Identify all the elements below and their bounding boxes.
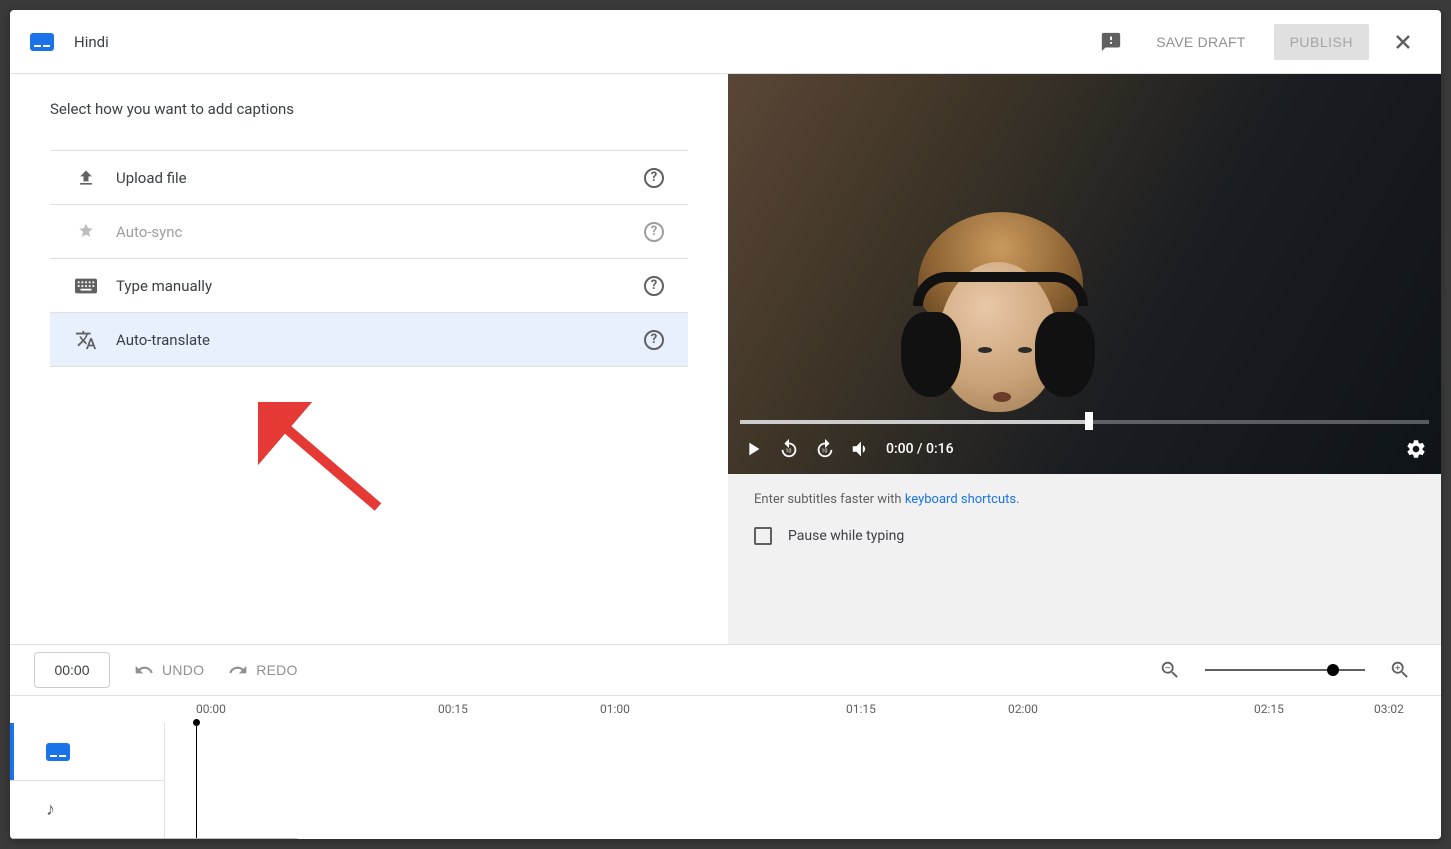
keyboard-icon [74, 278, 98, 294]
pause-label: Pause while typing [788, 528, 904, 544]
ruler-tick: 02:15 [1254, 702, 1284, 716]
auto-sync-icon [74, 222, 98, 242]
shortcuts-hint: Enter subtitles faster with keyboard sho… [728, 474, 1441, 515]
options-prompt: Select how you want to add captions [50, 100, 688, 118]
zoom-controls [1153, 653, 1417, 687]
video-time: 0:00 / 0:16 [886, 441, 954, 457]
subtitle-editor-modal: Hindi SAVE DRAFT PUBLISH Select how you … [10, 10, 1441, 839]
music-note-icon: ♪ [46, 799, 55, 820]
help-icon[interactable]: ? [644, 276, 664, 296]
option-label: Upload file [116, 169, 644, 187]
option-type-manually[interactable]: Type manually ? [50, 259, 688, 313]
caption-track-icon[interactable] [10, 723, 164, 781]
play-icon[interactable] [742, 438, 764, 460]
help-icon[interactable]: ? [644, 222, 664, 242]
ruler-tick: 01:00 [600, 702, 630, 716]
svg-text:10: 10 [821, 449, 827, 455]
option-list: Upload file ? Auto-sync ? Type manually … [50, 150, 688, 367]
video-controls: 10 10 0:00 / 0:16 [728, 424, 1441, 474]
playhead[interactable] [196, 723, 197, 839]
annotation-arrow [258, 402, 398, 522]
settings-icon[interactable] [1405, 438, 1427, 460]
cc-icon [46, 743, 70, 761]
keyboard-shortcuts-link[interactable]: keyboard shortcuts [905, 492, 1016, 507]
volume-icon[interactable] [850, 438, 872, 460]
pause-while-typing-row: Pause while typing [728, 515, 1441, 557]
feedback-icon[interactable] [1094, 25, 1128, 59]
language-title: Hindi [74, 33, 109, 51]
help-icon[interactable]: ? [644, 168, 664, 188]
options-panel: Select how you want to add captions Uplo… [10, 74, 728, 644]
modal-header: Hindi SAVE DRAFT PUBLISH [10, 10, 1441, 74]
option-upload-file[interactable]: Upload file ? [50, 151, 688, 205]
cc-icon [30, 33, 54, 51]
publish-button: PUBLISH [1274, 24, 1369, 60]
scrollbar[interactable] [10, 838, 300, 839]
option-label: Auto-translate [116, 331, 644, 349]
replay-10-icon[interactable]: 10 [778, 438, 800, 460]
ruler-tick: 02:00 [1008, 702, 1038, 716]
timeline: UNDO REDO 00:00 00:15 01:00 01:15 02:00 02:15… [10, 644, 1441, 839]
help-icon[interactable]: ? [644, 330, 664, 350]
zoom-in-icon[interactable] [1383, 653, 1417, 687]
time-input[interactable] [34, 652, 110, 688]
video-preview[interactable]: 10 10 0:00 / 0:16 [728, 74, 1441, 474]
upload-icon [74, 168, 98, 188]
svg-text:10: 10 [785, 449, 791, 455]
timeline-tracks: ♪ [10, 723, 1441, 839]
pause-checkbox[interactable] [754, 527, 772, 545]
forward-10-icon[interactable]: 10 [814, 438, 836, 460]
timeline-ruler[interactable]: 00:00 00:15 01:00 01:15 02:00 02:15 03:02 [10, 695, 1441, 723]
redo-button[interactable]: REDO [228, 660, 297, 680]
option-label: Auto-sync [116, 223, 644, 241]
close-button[interactable] [1385, 24, 1421, 60]
option-label: Type manually [116, 277, 644, 295]
ruler-tick: 03:02 [1374, 702, 1404, 716]
translate-icon [74, 329, 98, 351]
ruler-tick: 00:15 [438, 702, 468, 716]
preview-panel: 10 10 0:00 / 0:16 Enter subtitles faster… [728, 74, 1441, 644]
zoom-out-icon[interactable] [1153, 653, 1187, 687]
option-auto-translate[interactable]: Auto-translate ? [50, 313, 688, 367]
ruler-tick: 00:00 [196, 702, 226, 716]
zoom-slider[interactable] [1205, 669, 1365, 671]
timeline-toolbar: UNDO REDO [10, 645, 1441, 695]
save-draft-button[interactable]: SAVE DRAFT [1144, 26, 1257, 58]
undo-button[interactable]: UNDO [134, 660, 204, 680]
modal-body: Select how you want to add captions Uplo… [10, 74, 1441, 644]
audio-track-icon[interactable]: ♪ [10, 781, 164, 839]
ruler-tick: 01:15 [846, 702, 876, 716]
option-auto-sync[interactable]: Auto-sync ? [50, 205, 688, 259]
